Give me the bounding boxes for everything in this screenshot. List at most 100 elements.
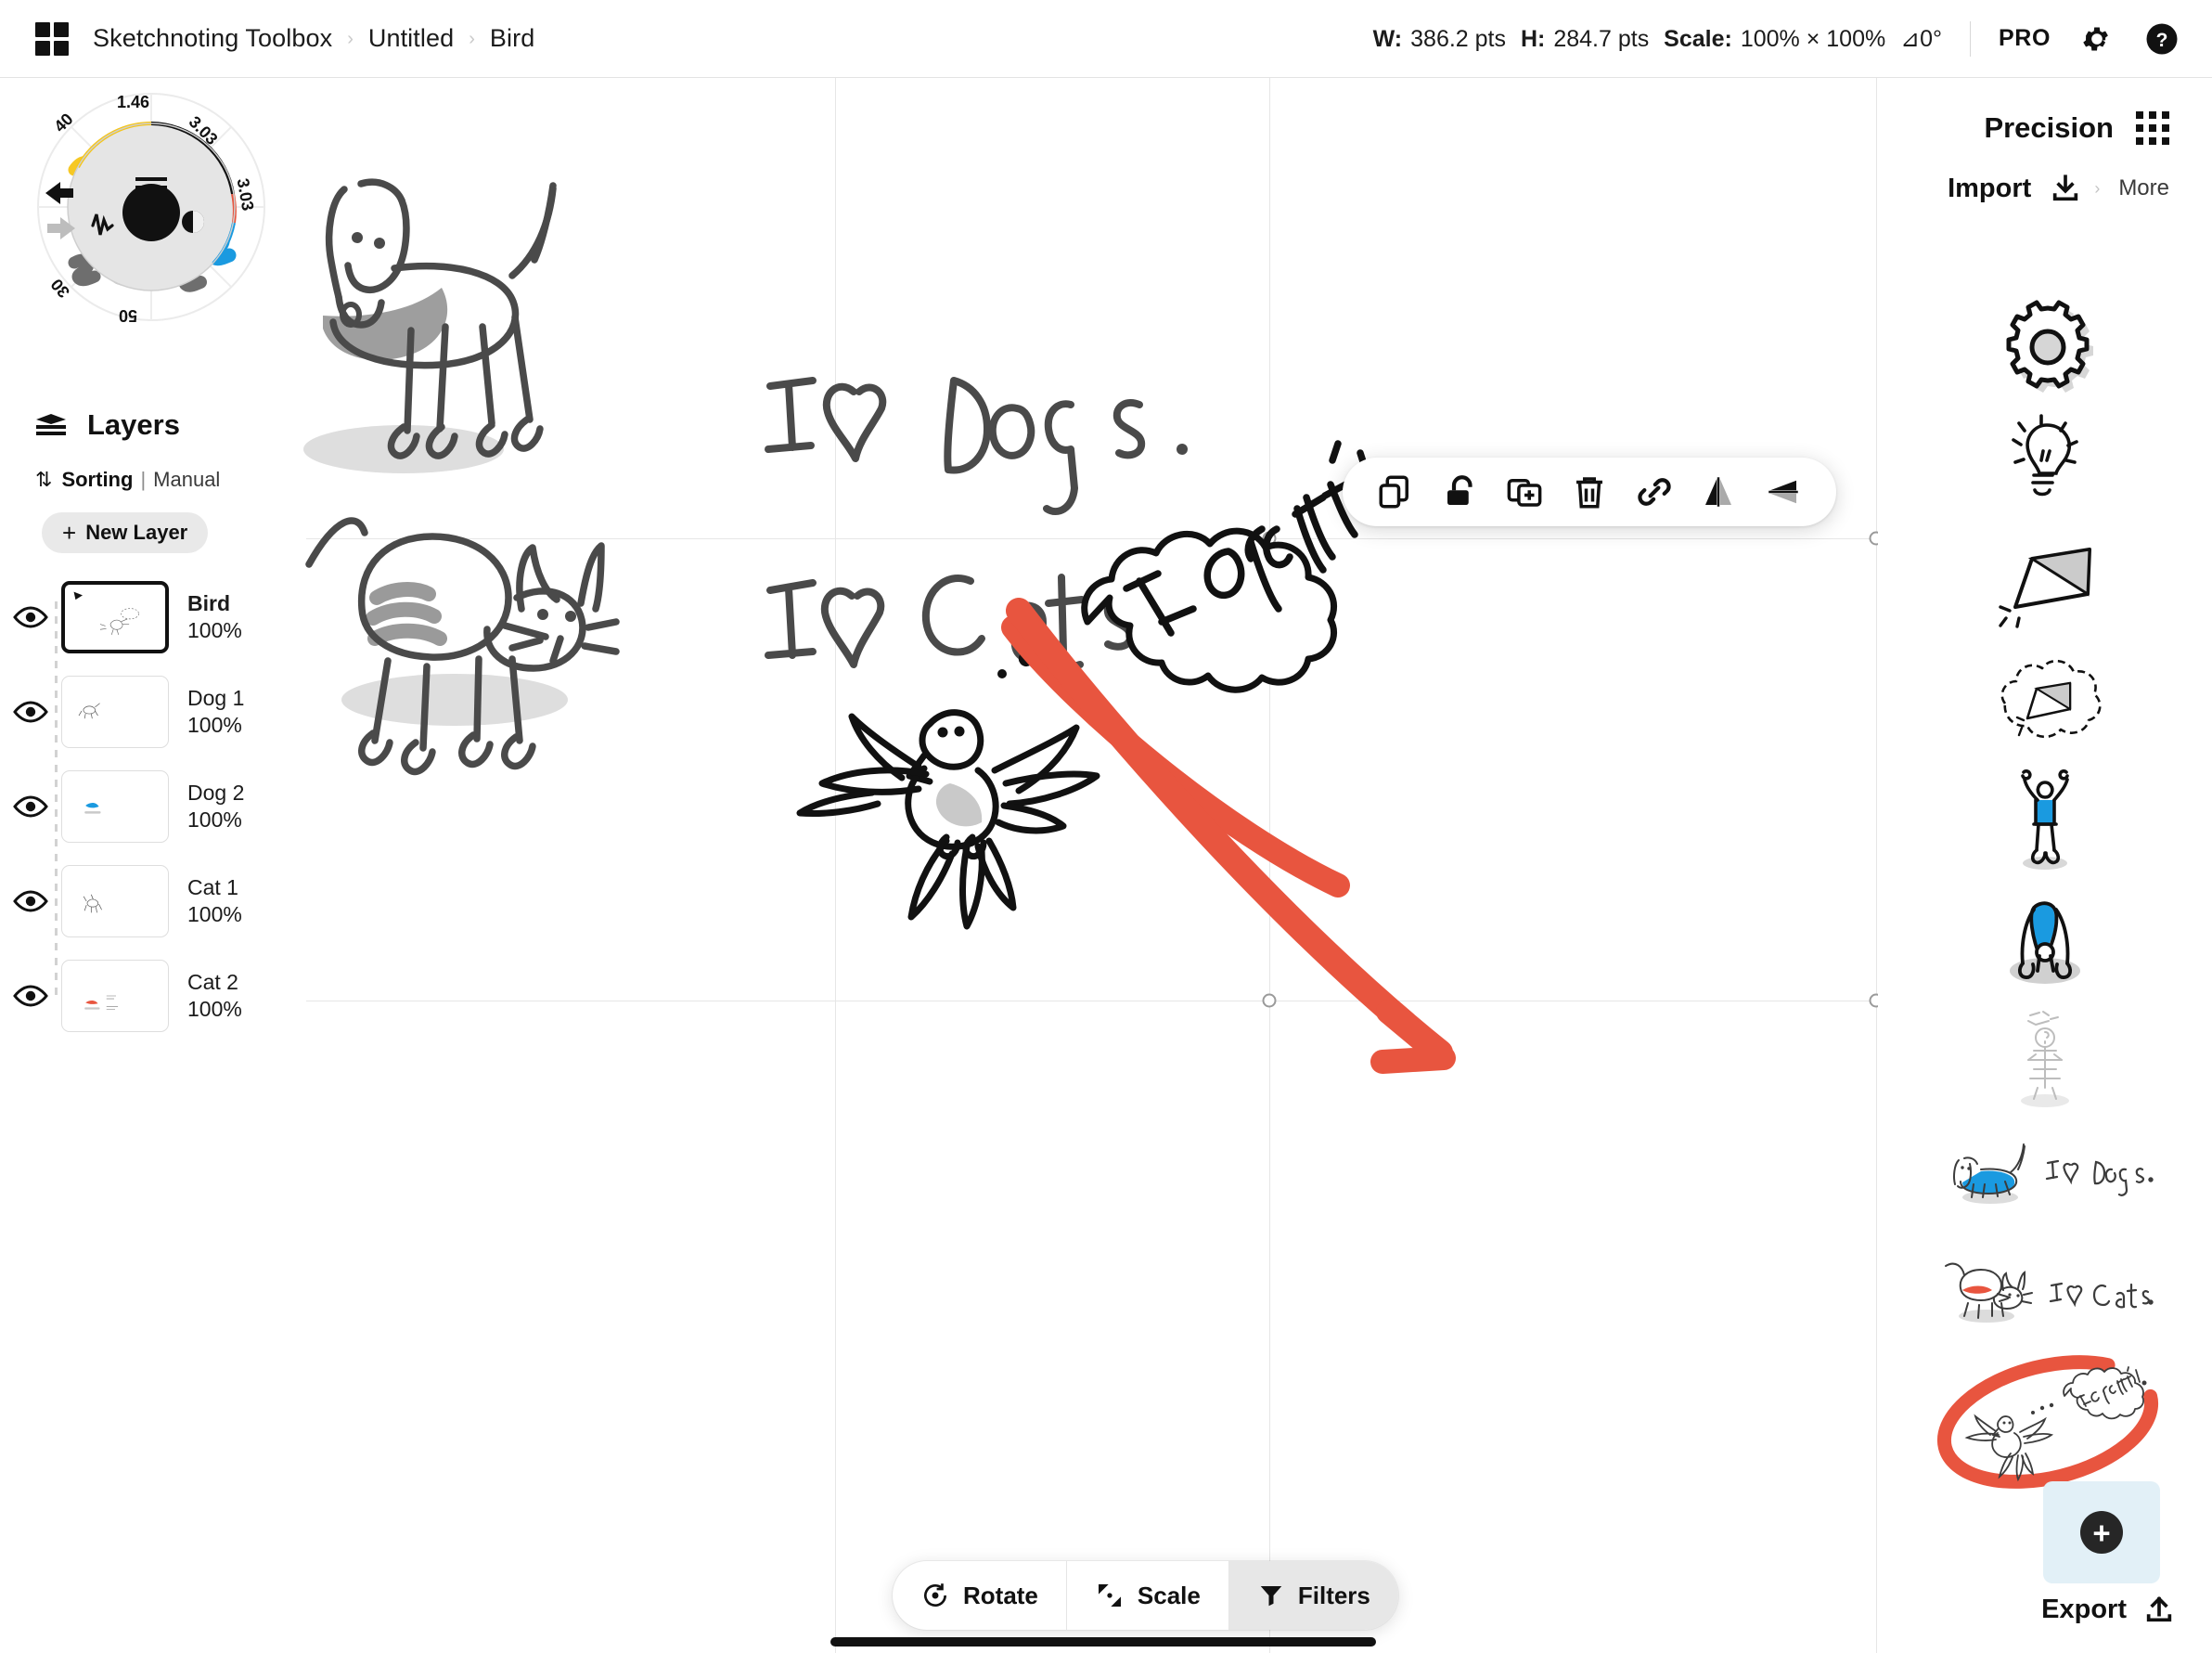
home-indicator [830,1637,1376,1647]
stencil-paper-card[interactable] [1878,522,2212,640]
right-panel: Precision Import › More Export [1878,78,2212,1653]
stencil-gear[interactable] [1878,282,2212,403]
svg-text:?: ? [2156,29,2168,50]
scale-button[interactable]: Scale [1065,1561,1228,1630]
layer-opacity: 100% [187,807,242,832]
stencil-lightbulb[interactable] [1878,403,2212,522]
layer-opacity: 100% [187,997,242,1021]
stencil-figure-arms-up[interactable] [1878,759,2212,878]
divider [1970,20,1972,57]
stencil-dog-i-love-dogs[interactable] [1878,1116,2212,1234]
filters-button[interactable]: Filters [1228,1561,1398,1630]
filters-label: Filters [1297,1581,1370,1609]
layers-sorting[interactable]: ⇅ Sorting | Manual [0,468,306,492]
gear-icon[interactable] [2078,20,2116,58]
scale-value: 100% × 100% [1740,25,1886,52]
copy-icon[interactable] [1370,466,1421,518]
export-button[interactable]: Export [2041,1594,2175,1625]
layer-thumbnail-cat-1[interactable] [61,865,169,937]
layer-opacity: 100% [187,618,242,642]
dot-grid-icon[interactable] [2136,111,2169,145]
scale-label: Scale: [1664,25,1732,52]
thought-cloud [1081,527,1338,693]
transform-toolbar[interactable]: Rotate Scale Filters [893,1561,1398,1630]
wheel-label-1: 1.46 [117,93,149,111]
stencil-list [1878,282,2212,1492]
layer-name: Cat 1 [187,874,238,899]
grid-logo-icon[interactable] [35,21,69,56]
eye-icon[interactable] [0,606,61,628]
selection-floating-toolbar[interactable] [1343,458,1836,526]
layers-stack-icon [35,412,67,438]
cat-sketch [305,517,620,776]
layer-opacity: 100% [187,902,242,926]
layer-row-cat-1[interactable]: Cat 1 100% [0,854,306,949]
wheel-label-6: 50 [119,306,137,325]
layer-row-dog-1[interactable]: Dog 1 100% [0,665,306,759]
layer-meta: Bird 100% [187,590,242,645]
page-title: Layers [87,408,180,441]
breadcrumb-item-document[interactable]: Untitled [368,24,454,53]
layer-thumbnail-dog-1[interactable] [61,676,169,748]
layer-row-bird[interactable]: Bird 100% [0,570,306,665]
layer-row-dog-2[interactable]: Dog 2 100% [0,759,306,854]
top-bar: Sketchnoting Toolbox › Untitled › Bird W… [0,0,2212,78]
rotate-button[interactable]: Rotate [893,1561,1066,1630]
layer-name: Dog 1 [187,685,245,710]
bird-sketch [796,709,1100,930]
layer-thumbnail-cat-2[interactable] [61,960,169,1032]
trash-icon[interactable] [1563,466,1615,518]
active-color-dot [122,184,180,241]
eye-icon[interactable] [0,795,61,818]
width-value: 386.2 pts [1410,25,1506,52]
rotate-icon [920,1581,950,1610]
scale-label: Scale [1137,1581,1201,1609]
status-cluster: W: 386.2 pts H: 284.7 pts Scale: 100% × 100… [1373,20,2212,58]
stencil-figure-faded[interactable] [1878,997,2212,1116]
layer-list: Bird 100% Dog 1 100% Dog 2 100% Cat 1 10… [0,570,306,1043]
contrast-icon [182,211,204,233]
unlock-icon[interactable] [1434,466,1486,518]
layer-thumbnail-bird[interactable] [61,581,169,653]
stencil-figure-bending[interactable] [1878,878,2212,997]
dogs-caption [765,377,1188,515]
height-value: 284.7 pts [1553,25,1650,52]
new-layer-button[interactable]: + New Layer [42,512,209,553]
layer-name: Dog 2 [187,780,245,805]
layer-name: Bird [187,590,230,615]
import-row[interactable]: Import › More [1878,145,2212,204]
height-label: H: [1520,25,1546,52]
plus-circle-icon[interactable]: + [2080,1511,2123,1554]
sorting-mode-value[interactable]: Manual [153,468,220,492]
stencil-bird-i-dont[interactable] [1878,1353,2212,1492]
precision-label: Precision [1984,111,2114,144]
eye-icon[interactable] [0,890,61,912]
import-more-button[interactable]: More [2118,175,2169,201]
eye-icon[interactable] [0,985,61,1007]
duplicate-icon[interactable] [1498,466,1550,518]
red-circle-highlight [1936,1355,2159,1489]
flip-horizontal-icon[interactable] [1692,466,1744,518]
stencil-thought-cloud[interactable] [1878,640,2212,759]
layer-thumbnail-dog-2[interactable] [61,770,169,843]
sorting-divider: | [140,468,147,491]
angle-value: 0° [1920,25,1943,52]
layer-meta: Cat 2 100% [187,969,242,1024]
breadcrumb-item-layer[interactable]: Bird [490,24,534,53]
flip-vertical-icon[interactable] [1757,466,1809,518]
help-icon[interactable]: ? [2143,20,2180,58]
add-stencil-card[interactable]: + [2043,1481,2160,1583]
import-chevron-icon: › [2094,178,2101,198]
export-upload-icon [2143,1594,2175,1625]
eye-icon[interactable] [0,701,61,723]
export-label: Export [2041,1594,2127,1624]
import-download-icon[interactable] [2050,173,2081,204]
breadcrumb-item-app[interactable]: Sketchnoting Toolbox [93,24,332,53]
tool-wheel[interactable]: 1.46 3.03 3.03 40 30 50 [17,72,286,342]
layer-meta: Dog 1 100% [187,685,244,740]
link-icon[interactable] [1628,466,1680,518]
stencil-cat-i-love-cats[interactable] [1878,1234,2212,1353]
layer-row-cat-2[interactable]: Cat 2 100% [0,949,306,1043]
pro-badge[interactable]: PRO [1999,25,2051,52]
precision-row[interactable]: Precision [1878,78,2212,145]
